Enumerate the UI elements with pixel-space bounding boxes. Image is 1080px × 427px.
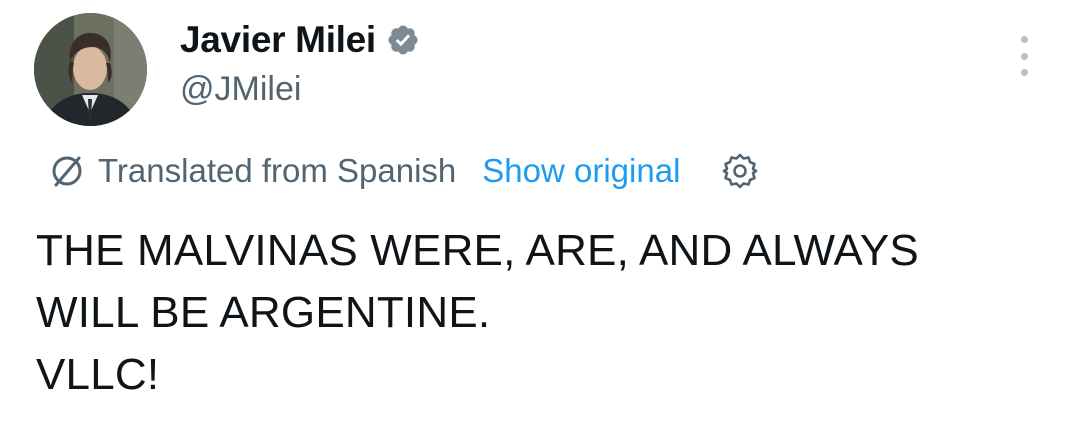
gear-icon[interactable] [720,151,760,191]
author-display-name[interactable]: Javier Milei [180,19,376,61]
translation-bar: Translated from Spanish Show original [48,148,760,194]
translate-icon [48,152,86,190]
verified-badge-icon[interactable] [386,23,420,57]
more-dot [1020,36,1028,43]
tweet-text: THE MALVINAS WERE, ARE, AND ALWAYS WILL … [36,220,919,406]
tweet-text-line: WILL BE ARGENTINE. [36,288,491,337]
tweet-text-line: THE MALVINAS WERE, ARE, AND ALWAYS [36,226,919,275]
avatar[interactable] [34,13,147,126]
author-handle[interactable]: @JMilei [180,70,301,109]
translated-from-label: Translated from Spanish [98,152,457,189]
more-dot [1020,69,1028,76]
more-icon[interactable] [1010,36,1038,76]
more-dot [1020,52,1028,60]
tweet-card: Javier Milei @JMilei Translated from Spa… [0,0,1080,427]
tweet-text-line: VLLC! [36,350,160,399]
show-original-link[interactable]: Show original [482,152,680,190]
author-name-row[interactable]: Javier Milei [180,18,420,62]
